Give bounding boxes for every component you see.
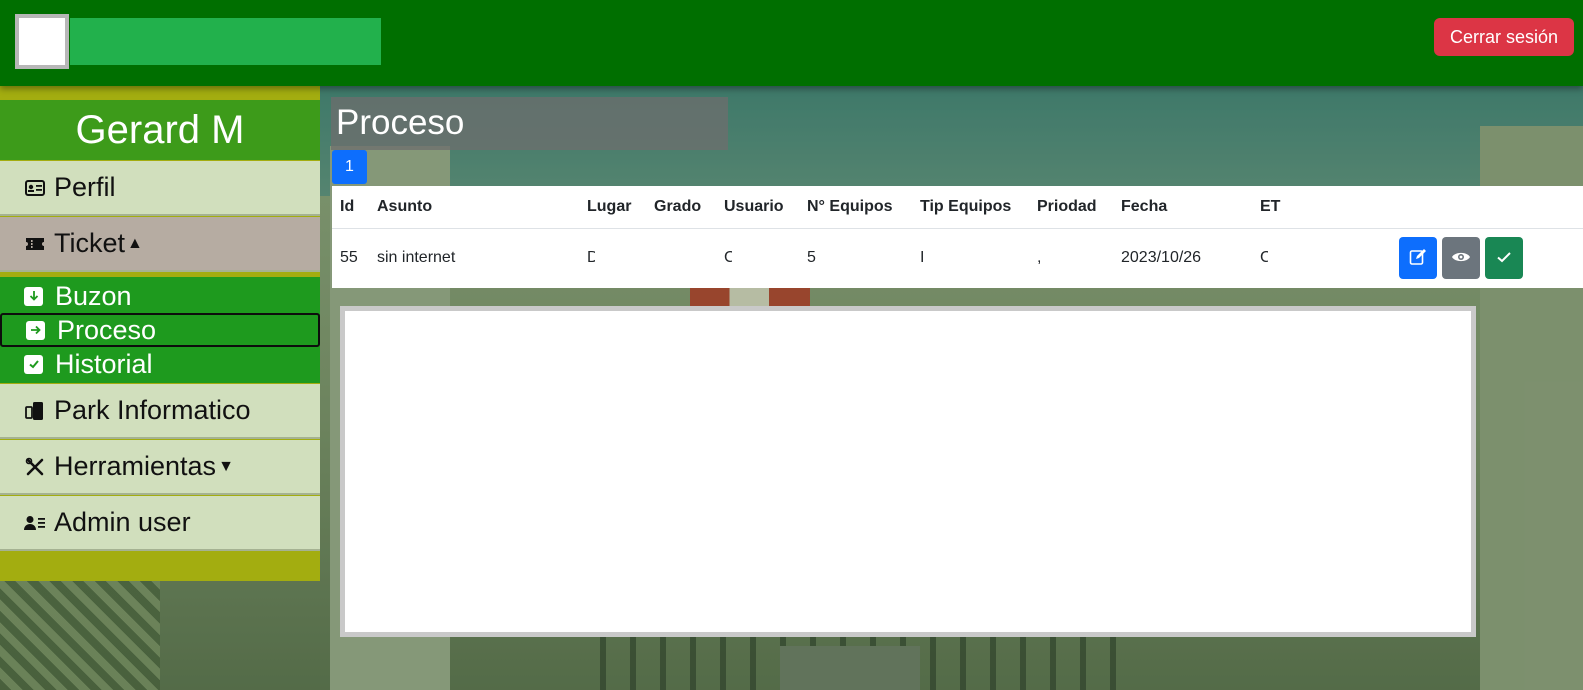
top-header: Cerrar sesión	[0, 0, 1583, 86]
caret-down-icon: ▼	[218, 457, 234, 475]
edit-button[interactable]	[1399, 237, 1437, 280]
sidebar-item-label: Ticket	[54, 228, 126, 258]
column-header-n-equipos: N° Equipos	[799, 186, 912, 229]
ticket-submenu: Buzon Proceso Historial	[0, 277, 320, 383]
sidebar-item-label: Park Informatico	[54, 395, 251, 425]
cell-grado	[646, 228, 716, 288]
sidebar-item-label: Perfil	[54, 172, 116, 202]
check-icon	[24, 354, 43, 374]
table-header-row: Id Asunto Lugar Grado Usuario N° Equipos…	[332, 186, 1583, 229]
logo	[15, 14, 69, 69]
cell-prioridad-text: ,	[1037, 249, 1042, 267]
user-name: Gerard M	[0, 100, 320, 160]
brand-bar	[70, 18, 381, 65]
column-header-grado: Grado	[646, 186, 716, 229]
content-panel	[340, 306, 1476, 637]
cell-tip-equipos: I	[912, 228, 1029, 288]
page-title: Proceso	[336, 103, 465, 142]
sidebar-item-perfil[interactable]: Perfil	[0, 161, 320, 216]
tools-icon	[24, 456, 46, 478]
column-header-tip-equipos: Tip Equipos	[912, 186, 1029, 229]
cell-fecha: 2023/10/26	[1121, 249, 1202, 267]
cell-lugar-text: D	[587, 249, 595, 267]
pagination-page-1[interactable]: 1	[332, 150, 367, 184]
column-header-actions	[1391, 186, 1583, 229]
view-button[interactable]	[1442, 237, 1480, 280]
sidebar-subitem-label: Buzon	[55, 280, 132, 311]
page-title-bar: Proceso	[331, 97, 728, 150]
cell-asunto: sin internet	[377, 249, 456, 267]
sidebar-subitem-label: Proceso	[57, 314, 157, 345]
table-row: 55 sin internet D C 5 I , 2023/10/26 C	[332, 228, 1583, 288]
cell-actions	[1391, 228, 1583, 288]
cell-id: 55	[340, 249, 358, 267]
sidebar-item-label: Admin user	[54, 507, 191, 537]
cell-n-equipos: 5	[807, 249, 816, 267]
ticket-icon	[24, 233, 46, 255]
cell-tip-equipos-text: I	[920, 249, 925, 267]
cell-usuario-text: C	[724, 249, 732, 267]
column-header-id: Id	[332, 186, 369, 229]
sidebar: Gerard M Perfil Ticket ▲ Buzon Proceso H…	[0, 86, 320, 581]
id-card-icon	[24, 177, 46, 199]
sidebar-item-herramientas[interactable]: Herramientas ▼	[0, 440, 320, 495]
column-header-fecha: Fecha	[1113, 186, 1252, 229]
check-icon	[1496, 250, 1512, 267]
eye-icon	[1451, 250, 1471, 267]
cell-et-text: C	[1260, 249, 1268, 267]
column-header-asunto: Asunto	[369, 186, 579, 229]
devices-icon	[24, 400, 46, 422]
sidebar-item-admin-user[interactable]: Admin user	[0, 496, 320, 551]
sidebar-subitem-proceso[interactable]: Proceso	[0, 313, 320, 347]
cell-usuario: C	[716, 228, 799, 288]
sidebar-item-ticket[interactable]: Ticket ▲	[0, 217, 320, 272]
logout-button[interactable]: Cerrar sesión	[1434, 18, 1574, 56]
admin-user-icon	[24, 512, 46, 534]
sidebar-subitem-historial[interactable]: Historial	[0, 347, 320, 381]
arrow-right-icon	[26, 320, 45, 340]
cell-prioridad: ,	[1029, 228, 1113, 288]
column-header-prioridad: Priodad	[1029, 186, 1113, 229]
row-actions	[1399, 237, 1575, 280]
arrow-down-icon	[24, 286, 43, 306]
sidebar-subitem-label: Historial	[55, 348, 153, 379]
column-header-lugar: Lugar	[579, 186, 646, 229]
sidebar-subitem-buzon[interactable]: Buzon	[0, 279, 320, 313]
approve-button[interactable]	[1485, 237, 1523, 280]
sidebar-item-park-informatico[interactable]: Park Informatico	[0, 384, 320, 439]
cell-et: C	[1252, 228, 1391, 288]
caret-up-icon: ▲	[127, 234, 143, 252]
sidebar-item-label: Herramientas	[54, 451, 217, 481]
column-header-et: ET	[1252, 186, 1391, 229]
column-header-usuario: Usuario	[716, 186, 799, 229]
edit-icon	[1409, 248, 1427, 269]
tickets-table: Id Asunto Lugar Grado Usuario N° Equipos…	[332, 186, 1583, 288]
cell-lugar: D	[579, 228, 646, 288]
